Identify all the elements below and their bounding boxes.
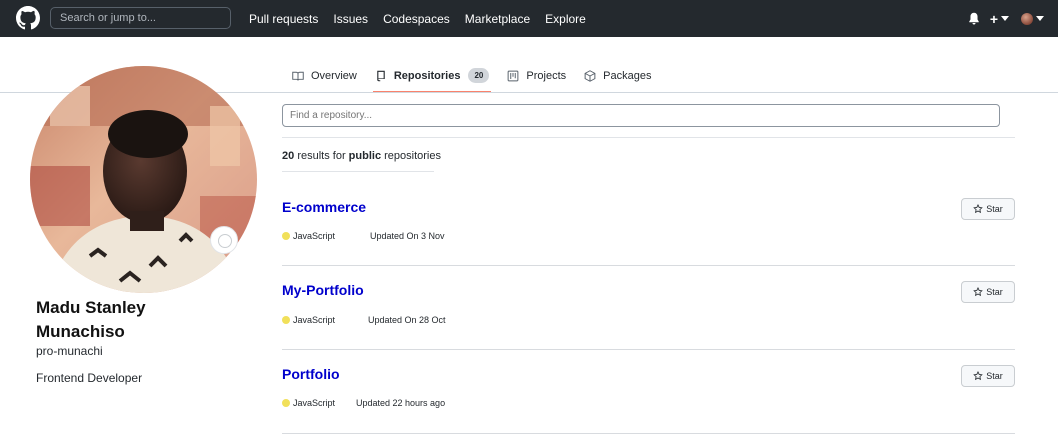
results-filter: public [348, 150, 382, 162]
tab-packages[interactable]: Packages [584, 60, 651, 91]
tab-repositories-label: Repositories [393, 69, 461, 82]
language-color-dot [282, 316, 290, 324]
nav-marketplace[interactable]: Marketplace [465, 12, 530, 26]
repo-divider [282, 433, 1015, 434]
profile-bio: Frontend Developer [36, 371, 143, 385]
repo-name-link[interactable]: Portfolio [282, 366, 340, 382]
repo-count-badge: 20 [468, 68, 490, 83]
tab-packages-label: Packages [603, 69, 652, 82]
status-emoji-button[interactable] [210, 226, 238, 254]
results-tail: repositories [384, 150, 441, 162]
nav-issues[interactable]: Issues [333, 12, 368, 26]
search-input[interactable]: Search or jump to... [50, 7, 231, 29]
star-label: Star [986, 287, 1003, 297]
profile-full-name: Madu Stanley Munachiso [36, 298, 146, 341]
profile-username: pro-munachi [36, 344, 103, 358]
language-color-dot [282, 399, 290, 407]
nav-pull-requests[interactable]: Pull requests [249, 12, 318, 26]
star-button[interactable]: Star [961, 281, 1015, 303]
repo-updated: Updated On 28 Oct [368, 315, 446, 325]
header-actions: + [968, 0, 1044, 37]
repo-item: Portfolio JavaScript Updated 22 hours ag… [282, 350, 1015, 434]
github-logo-icon[interactable] [16, 6, 40, 30]
repo-updated: Updated On 3 Nov [370, 231, 445, 241]
plus-icon[interactable]: + [990, 12, 998, 26]
repo-name-link[interactable]: My-Portfolio [282, 282, 364, 298]
user-avatar-small[interactable] [1021, 12, 1033, 25]
nav-codespaces[interactable]: Codespaces [383, 12, 450, 26]
tab-projects[interactable]: Projects [507, 60, 566, 91]
star-button[interactable]: Star [961, 198, 1015, 220]
top-header: Search or jump to... Pull requests Issue… [0, 0, 1058, 37]
filter-divider [282, 137, 1015, 138]
global-nav: Pull requests Issues Codespaces Marketpl… [249, 0, 601, 37]
tab-projects-label: Projects [526, 69, 567, 82]
repo-name-link[interactable]: E-commerce [282, 199, 366, 215]
repo-item: E-commerce JavaScript Updated On 3 Nov S… [282, 182, 1015, 266]
results-text: results for [297, 150, 346, 162]
bell-icon[interactable] [968, 12, 980, 25]
find-repository-input[interactable] [282, 104, 1000, 127]
language-color-dot [282, 232, 290, 240]
star-icon [973, 371, 984, 381]
star-label: Star [986, 204, 1003, 214]
results-summary: 20 results for public repositories [282, 150, 441, 162]
package-icon [584, 69, 596, 82]
repo-icon [377, 70, 385, 81]
star-icon [973, 204, 984, 214]
profile-avatar[interactable] [30, 66, 257, 293]
star-label: Star [986, 371, 1003, 381]
results-count: 20 [282, 150, 295, 162]
repo-item: My-Portfolio JavaScript Updated On 28 Oc… [282, 266, 1015, 350]
project-icon [508, 70, 519, 81]
caret-down-icon[interactable] [1036, 16, 1044, 21]
repo-language: JavaScript [293, 231, 336, 241]
star-icon [973, 287, 984, 297]
profile-tabs: Overview Repositories 20 Projects Packag… [292, 60, 669, 93]
results-divider [282, 171, 434, 172]
book-icon [292, 71, 304, 81]
tab-overview-label: Overview [311, 69, 357, 82]
repo-updated: Updated 22 hours ago [356, 398, 446, 408]
tab-overview[interactable]: Overview [292, 60, 357, 91]
nav-explore[interactable]: Explore [545, 12, 586, 26]
repo-language: JavaScript [293, 315, 336, 325]
caret-down-icon[interactable] [1001, 16, 1009, 21]
repo-language: JavaScript [293, 398, 336, 408]
star-button[interactable]: Star [961, 365, 1015, 387]
tab-repositories[interactable]: Repositories 20 [372, 60, 491, 93]
